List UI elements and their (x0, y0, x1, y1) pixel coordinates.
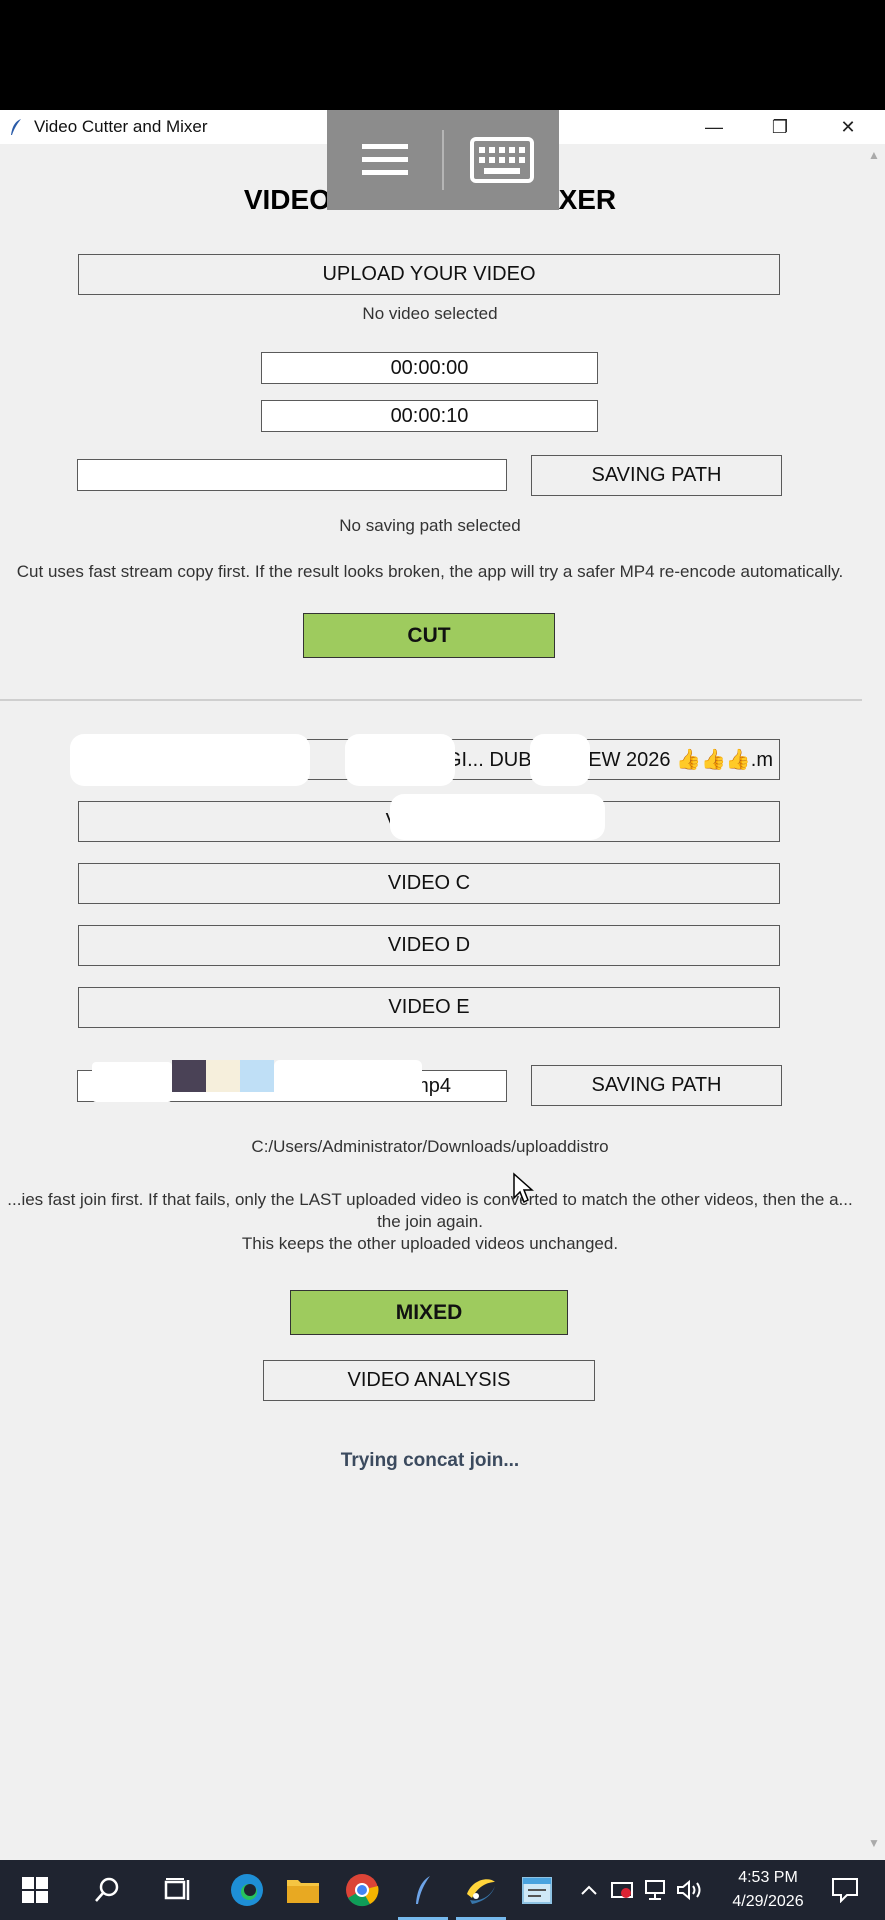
clock-date: 4/29/2026 (732, 1893, 804, 1910)
network-icon[interactable] (641, 1860, 669, 1920)
mix-hint-line2: the join again. (377, 1212, 483, 1231)
remote-toolbar (327, 110, 559, 210)
windows-start-icon[interactable] (10, 1860, 60, 1920)
redaction-overlay (390, 794, 605, 840)
video-a-label: ...AGI... DUB A... ...EW 2026 👍👍👍.m (415, 749, 773, 771)
chrome-icon[interactable] (337, 1860, 387, 1920)
video-e-button[interactable]: VIDEO E (78, 987, 780, 1028)
volume-icon[interactable] (674, 1860, 706, 1920)
cut-saving-path-status: No saving path selected (339, 516, 521, 535)
scrollbar[interactable]: ▲ ▼ (863, 144, 885, 1860)
cut-saving-path-button[interactable]: SAVING PATH (531, 455, 782, 496)
taskbar-clock[interactable]: 4:53 PM 4/29/2026 (723, 1866, 813, 1914)
mixed-button[interactable]: MIXED (290, 1290, 568, 1335)
notepad-icon[interactable] (512, 1860, 562, 1920)
upload-status: No video selected (362, 304, 498, 323)
edge-browser-icon[interactable] (222, 1860, 272, 1920)
video-c-button[interactable]: VIDEO C (78, 863, 780, 904)
main-content: VIDEO CUTTER AND MIXER UPLOAD YOUR VIDEO… (0, 144, 862, 1860)
python-feather-app-icon[interactable] (398, 1860, 448, 1920)
mix-saving-path-status: C:/Users/Administrator/Downloads/uploadd… (251, 1137, 609, 1156)
feather-icon (8, 119, 24, 135)
search-icon[interactable] (82, 1860, 132, 1920)
app-window: Video Cutter and Mixer — ❐ ✕ VIDEO CUTTE… (0, 110, 885, 1860)
scroll-down-icon[interactable]: ▼ (863, 1836, 885, 1856)
redaction-overlay (345, 734, 455, 786)
scroll-up-icon[interactable]: ▲ (863, 148, 885, 168)
mix-hint-line3: This keeps the other uploaded videos unc… (241, 1234, 619, 1253)
start-time-input[interactable]: 00:00:00 (261, 352, 598, 384)
chevron-up-icon[interactable] (575, 1860, 603, 1920)
redaction-overlay (530, 734, 590, 786)
redaction-overlay (92, 1062, 172, 1102)
minimize-button[interactable]: — (684, 110, 744, 144)
end-time-input[interactable]: 00:00:10 (261, 400, 598, 432)
restore-button[interactable]: ❐ (750, 110, 810, 144)
python-idle-icon[interactable] (456, 1860, 506, 1920)
task-view-icon[interactable] (152, 1860, 202, 1920)
mix-hint-line1: ...ies fast join first. If that fails, o… (7, 1190, 853, 1209)
redaction-overlay (172, 1060, 206, 1092)
upload-video-button[interactable]: UPLOAD YOUR VIDEO (78, 254, 780, 295)
redaction-overlay (240, 1060, 274, 1092)
clock-time: 4:53 PM (738, 1869, 798, 1886)
window-title: Video Cutter and Mixer (34, 117, 208, 136)
redaction-overlay (70, 734, 310, 786)
video-d-button[interactable]: VIDEO D (78, 925, 780, 966)
cut-saving-path-input[interactable] (77, 459, 507, 491)
menu-icon[interactable] (327, 110, 442, 210)
mix-saving-path-button[interactable]: SAVING PATH (531, 1065, 782, 1106)
redaction-overlay (206, 1060, 240, 1092)
video-analysis-button[interactable]: VIDEO ANALYSIS (263, 1360, 595, 1401)
redaction-overlay (274, 1060, 422, 1096)
keyboard-icon[interactable] (444, 110, 559, 210)
network-vpn-icon[interactable] (608, 1860, 636, 1920)
mouse-cursor-icon (513, 1172, 534, 1204)
notification-icon[interactable] (820, 1860, 870, 1920)
close-button[interactable]: ✕ (818, 110, 878, 144)
taskbar: 4:53 PM 4/29/2026 (0, 1860, 885, 1920)
cut-hint: Cut uses fast stream copy first. If the … (16, 562, 844, 581)
status-text: Trying concat join... (340, 1450, 520, 1471)
file-explorer-icon[interactable] (278, 1860, 328, 1920)
section-divider (0, 699, 862, 701)
cut-button[interactable]: CUT (303, 613, 555, 658)
